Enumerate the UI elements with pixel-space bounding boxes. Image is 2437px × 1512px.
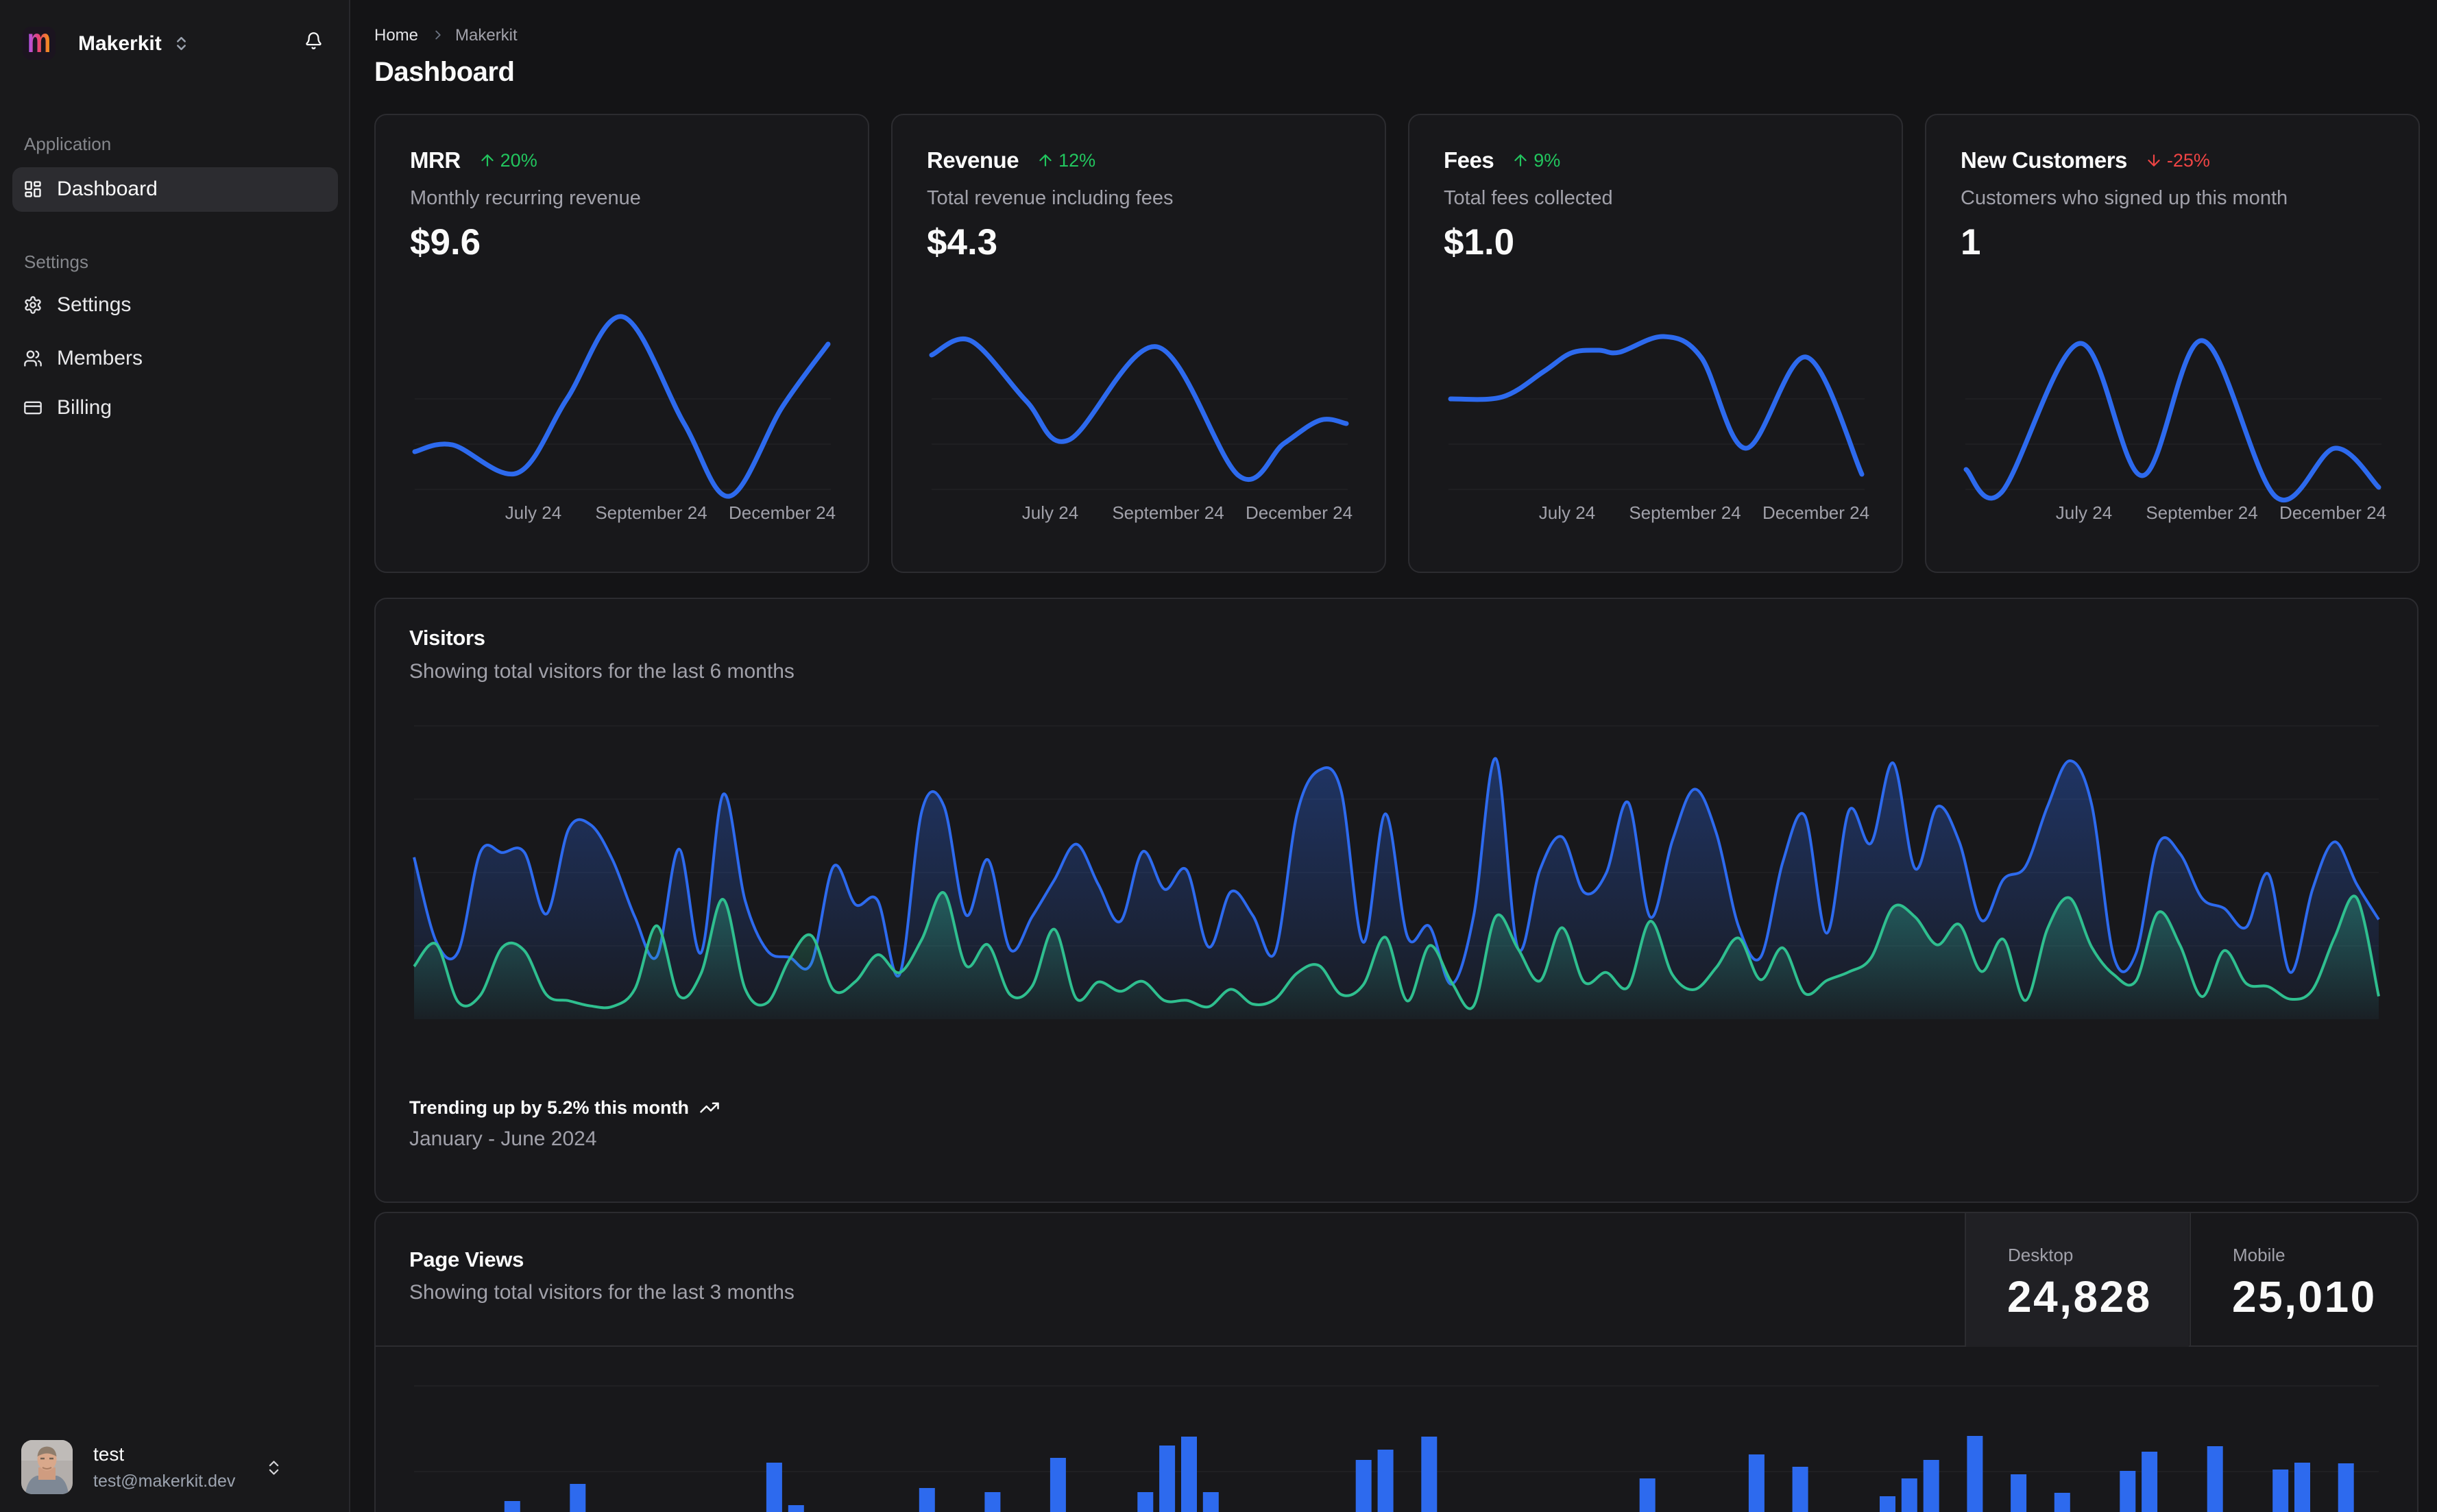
svg-text:m: m	[27, 27, 51, 60]
